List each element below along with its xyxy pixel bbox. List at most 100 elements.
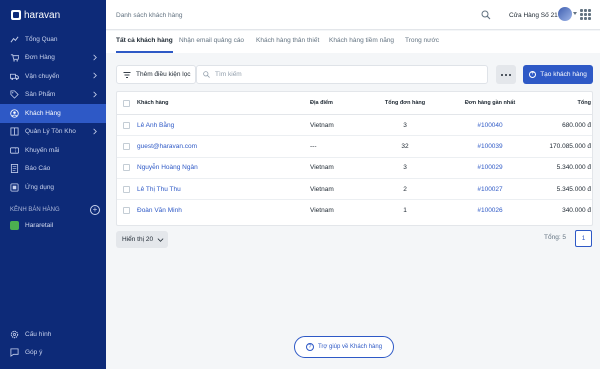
table-row[interactable]: Lê Anh Bằng Vietnam 3 #100040 680.000 đ: [117, 115, 592, 137]
sidebar-item-label: Sản Phẩm: [25, 91, 56, 99]
sidebar-item-feedback[interactable]: Góp ý: [0, 344, 106, 363]
tab-all-customers[interactable]: Tất cả khách hàng: [116, 37, 173, 53]
sidebar-item-products[interactable]: Sản Phẩm: [0, 86, 106, 105]
sidebar-item-label: Quản Lý Tồn Kho: [25, 128, 76, 136]
create-customer-button[interactable]: + Tạo khách hàng: [523, 65, 593, 84]
column-header-location[interactable]: Địa điểm: [310, 100, 370, 106]
main-content: Thêm điều kiện lọc + Tạo khách hàng Khác…: [106, 53, 600, 369]
sidebar-item-shipping[interactable]: Vận chuyển: [0, 67, 106, 86]
chevron-right-icon: [93, 128, 97, 134]
page-size-select[interactable]: Hiển thị 20: [116, 231, 168, 248]
customer-name-link[interactable]: guest@haravan.com: [137, 143, 310, 150]
search-input[interactable]: [215, 71, 465, 78]
feedback-icon: [10, 348, 19, 358]
sidebar-item-orders[interactable]: Đơn Hàng: [0, 49, 106, 68]
apps-icon: [10, 183, 19, 192]
row-checkbox[interactable]: [123, 207, 130, 215]
sidebar-bottom: Cấu hình Góp ý: [0, 325, 106, 362]
breadcrumb[interactable]: Danh sách khách hàng: [116, 12, 183, 19]
plus-icon: +: [529, 71, 537, 78]
column-header-total[interactable]: Tổng: [540, 100, 591, 106]
more-actions-button[interactable]: [496, 65, 516, 84]
create-customer-label: Tạo khách hàng: [540, 71, 587, 78]
customer-help-button[interactable]: ? Trợ giúp về Khách hàng: [294, 336, 394, 358]
customer-total: 5.340.000 đ: [556, 164, 591, 172]
customer-name-link[interactable]: Lê Anh Bằng: [137, 122, 310, 129]
last-order-link[interactable]: #100029: [440, 164, 540, 171]
customer-help-label: Trợ giúp về Khách hàng: [317, 344, 383, 350]
customer-order-count: 3: [403, 164, 407, 172]
chevron-right-icon: [93, 91, 97, 97]
last-order-link[interactable]: #100027: [440, 186, 540, 193]
sidebar-item-label: Cấu hình: [25, 330, 52, 338]
customer-location: ---: [310, 142, 317, 150]
add-filter-label: Thêm điều kiện lọc: [136, 71, 191, 78]
last-order-link[interactable]: #100040: [440, 122, 540, 129]
tab-loyal-customers[interactable]: Khách hàng thân thiết: [256, 37, 319, 53]
sidebar-item-label: Vận chuyển: [25, 72, 60, 80]
top-bar: Danh sách khách hàng Cửa Hàng Số 21: [106, 0, 600, 30]
sidebar-item-settings[interactable]: Cấu hình: [0, 325, 106, 344]
inventory-icon: [10, 127, 19, 136]
select-all-checkbox[interactable]: [123, 99, 130, 107]
row-checkbox[interactable]: [123, 121, 130, 129]
add-filter-button[interactable]: Thêm điều kiện lọc: [116, 65, 196, 84]
sidebar-item-promotions[interactable]: Khuyến mãi: [0, 141, 106, 160]
sidebar-item-label: Đơn Hàng: [25, 54, 55, 62]
customer-location: Vietnam: [310, 185, 334, 193]
table-header: Khách hàng Địa điểm Tổng đơn hàng Đơn hà…: [117, 92, 592, 115]
customer-name-link[interactable]: Nguyễn Hoàng Ngân: [137, 164, 310, 171]
last-order-link[interactable]: #100026: [440, 207, 540, 214]
sidebar-item-customers[interactable]: Khách Hàng: [0, 104, 106, 123]
customer-location: Vietnam: [310, 121, 334, 129]
chevron-right-icon: [93, 72, 97, 79]
column-header-total-orders[interactable]: Tổng đơn hàng: [370, 100, 440, 106]
row-checkbox[interactable]: [123, 185, 130, 193]
sidebar-item-label: Ứng dụng: [25, 183, 55, 191]
customer-order-count: 2: [403, 185, 407, 193]
customer-search[interactable]: [196, 65, 488, 84]
customer-order-count: 3: [403, 121, 407, 129]
customer-name-link[interactable]: Lê Thị Thu Thu: [137, 186, 310, 193]
page-button-current[interactable]: 1: [575, 230, 592, 247]
search-icon[interactable]: [481, 10, 491, 20]
customer-tabs: Tất cả khách hàng Nhận email quảng cáo K…: [106, 31, 600, 53]
tab-domestic[interactable]: Trong nước: [405, 37, 439, 53]
help-icon: ?: [305, 343, 314, 351]
logo-text: haravan: [24, 9, 61, 21]
tab-email-subscribers[interactable]: Nhận email quảng cáo: [179, 37, 244, 53]
sidebar-item-apps[interactable]: Ứng dụng: [0, 178, 106, 197]
total-count: Tổng: 5: [544, 234, 567, 241]
column-header-customer[interactable]: Khách hàng: [137, 100, 310, 106]
sidebar-item-inventory[interactable]: Quản Lý Tồn Kho: [0, 123, 106, 142]
avatar[interactable]: [558, 7, 577, 21]
row-checkbox[interactable]: [123, 142, 130, 150]
tab-potential-customers[interactable]: Khách hàng tiềm năng: [329, 37, 394, 53]
haravan-logo-icon: [11, 10, 21, 20]
row-checkbox[interactable]: [123, 164, 130, 172]
store-name[interactable]: Cửa Hàng Số 21: [509, 12, 558, 19]
table-row[interactable]: Lê Thị Thu Thu Vietnam 2 #100027 5.345.0…: [117, 179, 592, 201]
report-icon: [10, 164, 19, 174]
customer-icon: [10, 109, 19, 118]
add-channel-icon[interactable]: +: [90, 204, 100, 215]
column-header-last-order[interactable]: Đơn hàng gần nhất: [440, 100, 540, 106]
sidebar-item-overview[interactable]: Tổng Quan: [0, 30, 106, 49]
sidebar-item-hararetail[interactable]: Hararetail: [0, 217, 106, 234]
settings-icon: [10, 330, 19, 339]
dashboard-icon: [10, 35, 19, 44]
customer-total: 680.000 đ: [562, 121, 591, 129]
app-grid-icon[interactable]: [580, 9, 591, 20]
customer-order-count: 32: [401, 142, 409, 150]
sidebar-item-label: Góp ý: [25, 349, 43, 357]
customers-table: Khách hàng Địa điểm Tổng đơn hàng Đơn hà…: [116, 91, 593, 226]
table-row[interactable]: Nguyễn Hoàng Ngân Vietnam 3 #100029 5.34…: [117, 158, 592, 179]
customer-name-link[interactable]: Đoàn Văn Minh: [137, 207, 310, 214]
table-row[interactable]: guest@haravan.com --- 32 #100039 170.085…: [117, 136, 592, 158]
table-row[interactable]: Đoàn Văn Minh Vietnam 1 #100026 340.000 …: [117, 200, 592, 221]
chevron-down-icon: [157, 238, 164, 242]
last-order-link[interactable]: #100039: [440, 143, 540, 150]
sidebar-item-reports[interactable]: Báo Cáo: [0, 160, 106, 179]
sales-channels-header: KÊNH BÁN HÀNG +: [0, 203, 106, 217]
logo[interactable]: haravan: [0, 0, 106, 30]
